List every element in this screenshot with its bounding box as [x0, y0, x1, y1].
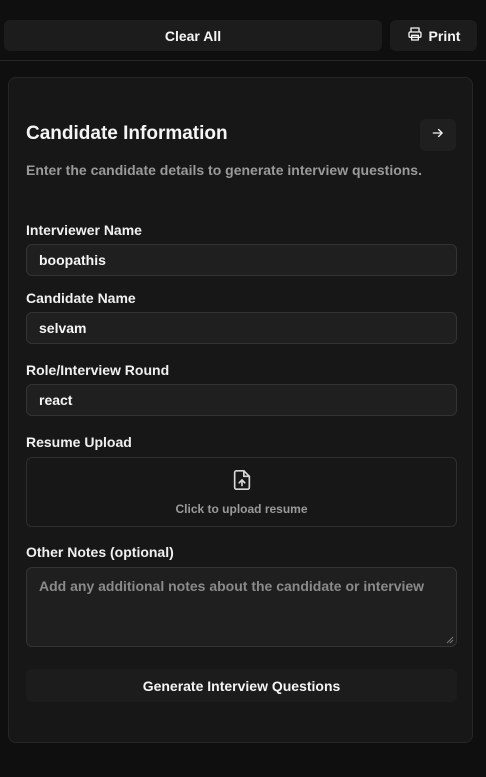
top-toolbar: Clear All Print [0, 0, 486, 61]
notes-placeholder: Add any additional notes about the candi… [39, 578, 425, 594]
card-description: Enter the candidate details to generate … [26, 162, 422, 178]
interviewer-name-label: Interviewer Name [26, 222, 142, 238]
candidate-name-label: Candidate Name [26, 290, 136, 306]
print-button[interactable]: Print [390, 20, 477, 51]
role-label: Role/Interview Round [26, 362, 170, 378]
resume-upload-label: Resume Upload [26, 434, 132, 450]
candidate-info-card: Candidate Information Enter the candidat… [8, 77, 473, 743]
upload-prompt: Click to upload resume [175, 501, 308, 516]
file-upload-icon [231, 469, 253, 496]
print-label: Print [428, 27, 461, 44]
resume-upload-dropzone[interactable]: Click to upload resume [26, 457, 457, 527]
interviewer-name-input[interactable]: boopathis [26, 244, 457, 276]
clear-all-label: Clear All [164, 27, 222, 44]
next-button[interactable] [420, 119, 456, 151]
clear-all-button[interactable]: Clear All [4, 20, 382, 51]
candidate-name-input[interactable]: selvam [26, 312, 457, 344]
other-notes-textarea[interactable]: Add any additional notes about the candi… [26, 567, 457, 647]
card-title: Candidate Information [26, 123, 228, 144]
resize-grip-icon[interactable] [446, 636, 454, 644]
other-notes-label: Other Notes (optional) [26, 544, 174, 560]
generate-questions-button[interactable]: Generate Interview Questions [26, 669, 457, 702]
arrow-right-icon [431, 126, 445, 145]
role-input[interactable]: react [26, 384, 457, 416]
printer-icon [407, 26, 423, 45]
generate-questions-label: Generate Interview Questions [142, 677, 341, 694]
